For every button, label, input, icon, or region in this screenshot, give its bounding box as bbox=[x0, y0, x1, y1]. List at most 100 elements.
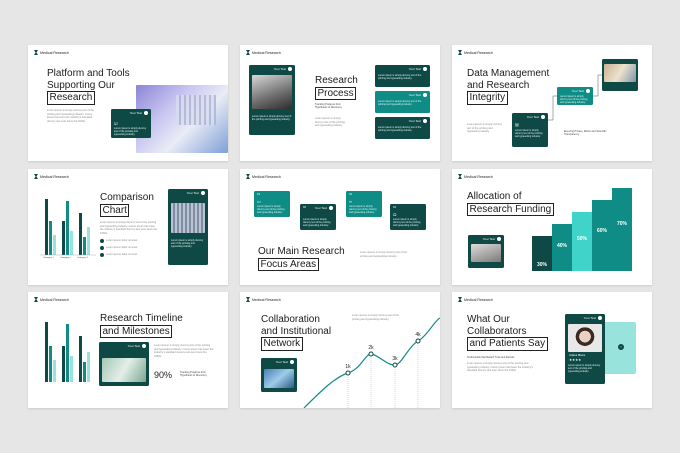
brand-label: Medical Research bbox=[40, 50, 69, 55]
bar-value-label: 50% bbox=[576, 235, 587, 242]
dot-icon bbox=[201, 191, 205, 195]
card-label: Your Text bbox=[186, 191, 199, 195]
data-point bbox=[415, 338, 421, 344]
legend-label: Lorem ipsum dolor sit amet bbox=[106, 246, 138, 250]
info-card: Your Text bbox=[99, 342, 149, 386]
slide-platform-tools[interactable]: Medical Research Platform and Tools Supp… bbox=[28, 45, 228, 161]
brand: Medical Research bbox=[34, 50, 69, 55]
step-card: Your Text Lorem ipsum is simply dummy te… bbox=[375, 117, 430, 139]
body-text: Lorem ipsum is simply dummy text of the … bbox=[360, 251, 407, 258]
body-text: Lorem ipsum is simply dummy text of the … bbox=[467, 362, 533, 372]
dot-icon bbox=[497, 237, 501, 241]
brand: Medical Research bbox=[458, 174, 493, 179]
timeline-bar-chart bbox=[45, 322, 90, 382]
lab-equipment-photo bbox=[171, 203, 205, 233]
title-line: Research bbox=[47, 91, 130, 105]
chart-bar bbox=[66, 324, 69, 382]
slide-timeline-milestones[interactable]: Medical Research Research Timeline and M… bbox=[28, 292, 228, 408]
category-label: Category 1 bbox=[43, 257, 54, 259]
dot-icon bbox=[142, 344, 146, 348]
focus-card: 03 ∞ Lorem ipsum is simply dummy text of… bbox=[346, 191, 382, 217]
info-card: Your Text Lorem ipsum is simply dummy te… bbox=[168, 189, 208, 265]
card-header: Your Text bbox=[274, 67, 292, 71]
comparison-bar-chart bbox=[40, 199, 96, 256]
card-number: 01 bbox=[257, 193, 260, 196]
slide-title: Research Timeline and Milestones bbox=[100, 313, 183, 338]
device-photo bbox=[471, 244, 501, 262]
card-text: Lorem ipsum is simply dummy text of the … bbox=[303, 218, 331, 228]
funding-bar: 40% bbox=[552, 223, 572, 271]
data-point bbox=[368, 351, 374, 357]
card-header: Your Text bbox=[409, 67, 427, 71]
next-arrow-icon[interactable]: › bbox=[618, 344, 624, 350]
title-line: Supporting Our bbox=[47, 79, 115, 91]
slide-collaboration-network[interactable]: Medical Research Collaboration and Insti… bbox=[240, 292, 440, 408]
body-text: Lorem ipsum is simply dummy text of the … bbox=[100, 221, 158, 235]
title-box: Research bbox=[47, 91, 95, 105]
logo-icon bbox=[246, 174, 250, 179]
title-line: Process bbox=[315, 86, 358, 100]
point-label: 3k bbox=[392, 356, 398, 362]
dot-icon bbox=[144, 111, 148, 115]
card-text: Lorem ipsum is simply dummy text of the … bbox=[568, 364, 601, 374]
data-point bbox=[392, 362, 398, 368]
chart-bar bbox=[79, 336, 82, 382]
body-text: Lorem ipsum is simply dummy text of the … bbox=[154, 344, 214, 358]
chart-bar bbox=[49, 221, 52, 255]
slide-focus-areas[interactable]: Medical Research 01 ▭ Lorem ipsum is sim… bbox=[240, 169, 440, 285]
brand: Medical Research bbox=[246, 50, 281, 55]
card-text: Lorem ipsum is simply dummy text of the … bbox=[252, 115, 292, 122]
point-label: 1k bbox=[345, 364, 351, 370]
card-text: Lorem ipsum is simply dummy text of the … bbox=[114, 127, 147, 137]
card-header: Your Text bbox=[128, 344, 146, 348]
dot-icon bbox=[423, 67, 427, 71]
card-header: Your Text bbox=[483, 237, 501, 241]
card-text: Lorem ipsum is simply dummy text of the … bbox=[378, 126, 422, 133]
brand-label: Medical Research bbox=[40, 174, 69, 179]
brand: Medical Research bbox=[34, 174, 69, 179]
data-point bbox=[345, 370, 351, 376]
chart-bar bbox=[70, 231, 73, 255]
chart-bar bbox=[49, 346, 52, 382]
brand: Medical Research bbox=[458, 297, 493, 302]
logo-icon bbox=[34, 50, 38, 55]
rating-stars: ★★★★ bbox=[569, 358, 582, 362]
legend: Lorem ipsum dolor sit amet Lorem ipsum d… bbox=[100, 239, 137, 257]
person-name: Juliana Blaine bbox=[569, 354, 586, 357]
chart-bar bbox=[70, 356, 73, 382]
dot-icon bbox=[329, 206, 333, 210]
funding-bar: 50% bbox=[572, 211, 592, 271]
chart-bar bbox=[66, 201, 69, 255]
title-line: Our Main Research bbox=[258, 246, 345, 257]
title-line: Research Timeline bbox=[100, 313, 183, 324]
slide-testimonials[interactable]: Medical Research What Our Collaborators … bbox=[452, 292, 652, 408]
point-label: 2k bbox=[368, 345, 374, 351]
pill-icon: ⬭ bbox=[393, 212, 397, 217]
card-header: Your Text bbox=[130, 111, 148, 115]
bar-value-label: 30% bbox=[536, 262, 547, 268]
card-text: Lorem ipsum is simply dummy text of the … bbox=[378, 100, 422, 107]
legend-label: Lorem ipsum dolor sit amet bbox=[106, 239, 138, 243]
bar-value-label: 40% bbox=[556, 242, 567, 249]
slide-title: Research Process bbox=[315, 75, 358, 100]
slide-data-management[interactable]: Medical Research Data Management and Res… bbox=[452, 45, 652, 161]
card-text: Lorem ipsum is simply dummy text of the … bbox=[349, 205, 377, 215]
title-line: Focus Areas bbox=[258, 257, 345, 271]
slide-research-funding[interactable]: Medical Research Allocation of Research … bbox=[452, 169, 652, 285]
chart-bar bbox=[87, 352, 90, 382]
chart-bar bbox=[62, 221, 65, 255]
card-number: 03 bbox=[349, 193, 352, 196]
card-text: Lorem ipsum is simply dummy text of the … bbox=[378, 74, 422, 81]
brand-label: Medical Research bbox=[464, 297, 493, 302]
brand-label: Medical Research bbox=[252, 50, 281, 55]
slide-research-process[interactable]: Medical Research Your Text Lorem ipsum i… bbox=[240, 45, 440, 161]
card-label: Your Text bbox=[314, 206, 327, 210]
card-label: Your Text bbox=[408, 119, 421, 123]
laptop-photo bbox=[252, 75, 292, 109]
chart-bar bbox=[53, 235, 56, 255]
slide-comparison-chart[interactable]: Medical Research Category 1 Category 2 C… bbox=[28, 169, 228, 285]
card-label: Your Text bbox=[273, 67, 286, 71]
card-text: Lorem ipsum is simply dummy text of the … bbox=[171, 239, 204, 249]
title-box: and Patients Say bbox=[467, 337, 548, 351]
logo-icon bbox=[246, 50, 250, 55]
